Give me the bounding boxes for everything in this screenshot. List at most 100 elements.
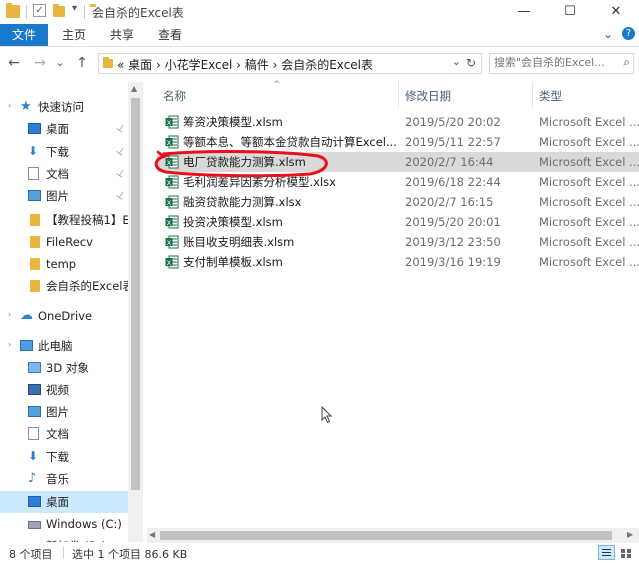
document-icon bbox=[28, 167, 39, 180]
scroll-up-arrow-icon[interactable]: ▲ bbox=[131, 84, 137, 93]
qat-dropdown-icon[interactable]: ▾ bbox=[72, 3, 77, 14]
address-bar[interactable]: « 桌面 › 小花学Excel › 稿件 › 会自杀的Excel表 ⌄ ↻ bbox=[98, 53, 482, 74]
svg-text:X: X bbox=[167, 259, 172, 267]
table-row[interactable]: X 筹资决策模型.xlsm 2019/5/20 20:02 Microsoft Exc… bbox=[157, 112, 639, 132]
tab-home[interactable]: 主页 bbox=[56, 24, 92, 46]
this-pc-expand-icon[interactable]: › bbox=[8, 340, 11, 349]
sidebar-item-20[interactable]: 新加卷 (D:) bbox=[0, 535, 128, 542]
search-box[interactable]: ⌕ bbox=[489, 53, 634, 74]
address-path[interactable]: « 桌面 › 小花学Excel › 稿件 › 会自杀的Excel表 bbox=[117, 56, 373, 73]
sidebar-item-label: 图片 bbox=[46, 189, 69, 203]
selection-info: 选中 1 个项目 86.6 KB bbox=[72, 548, 188, 561]
sidebar-item-label: temp bbox=[46, 257, 77, 271]
large-icons-view-button[interactable] bbox=[617, 545, 634, 560]
sidebar-item-10[interactable]: ☁ OneDrive bbox=[0, 305, 128, 327]
desktop-icon bbox=[28, 496, 41, 507]
search-input[interactable] bbox=[494, 56, 612, 69]
sidebar-item-label: 文档 bbox=[46, 167, 69, 181]
onedrive-expand-icon[interactable]: › bbox=[8, 310, 11, 319]
sidebar-item-6[interactable]: 【教程投稿1】E bbox=[0, 209, 128, 231]
folder-icon bbox=[30, 236, 40, 248]
sidebar-item-5[interactable]: 图片 ⊥ bbox=[0, 185, 128, 207]
excel-file-icon: X bbox=[165, 135, 179, 149]
file-type: Microsoft Excel ... bbox=[539, 195, 639, 209]
sidebar-item-label: 新加卷 (D:) bbox=[46, 535, 106, 542]
svg-text:X: X bbox=[167, 119, 172, 127]
forward-button[interactable]: → bbox=[30, 53, 50, 73]
scroll-right-arrow-icon[interactable]: ▶ bbox=[627, 530, 633, 539]
address-dropdown-icon[interactable]: ⌄ bbox=[452, 55, 461, 68]
mouse-cursor-icon bbox=[321, 406, 333, 424]
sidebar-item-2[interactable]: 桌面 ⊥ bbox=[0, 118, 128, 140]
nav-scrollbar-thumb[interactable] bbox=[131, 98, 140, 490]
table-row[interactable]: X 账目收支明细表.xlsm 2019/3/12 23:50 Microsoft Ex… bbox=[157, 232, 639, 252]
sidebar-item-11[interactable]: 此电脑 bbox=[0, 335, 128, 357]
svg-text:X: X bbox=[167, 219, 172, 227]
sidebar-item-18[interactable]: 桌面 bbox=[0, 491, 128, 513]
sidebar-item-3[interactable]: ⬇ 下载 ⊥ bbox=[0, 141, 128, 163]
horizontal-scrollbar-thumb[interactable] bbox=[160, 531, 612, 540]
file-name: 投资决策模型.xlsm bbox=[183, 215, 283, 229]
folder-icon bbox=[30, 214, 40, 226]
table-row[interactable]: X 支付制单模板.xlsm 2019/3/16 19:19 Microsoft Exc… bbox=[157, 252, 639, 272]
up-button[interactable]: ↑ bbox=[72, 53, 92, 73]
file-type: Microsoft Excel ... bbox=[539, 255, 639, 269]
sidebar-item-12[interactable]: 3D 对象 bbox=[0, 357, 128, 379]
column-header-date[interactable]: 修改日期 bbox=[405, 86, 451, 106]
window-title: 会自杀的Excel表 bbox=[92, 6, 184, 20]
sidebar-item-14[interactable]: 图片 bbox=[0, 401, 128, 423]
file-name: 融资贷款能力测算.xlsx bbox=[183, 195, 302, 209]
sidebar-item-13[interactable]: 视频 bbox=[0, 379, 128, 401]
file-date: 2019/5/11 22:57 bbox=[405, 135, 501, 149]
file-date: 2019/3/16 19:19 bbox=[405, 255, 501, 269]
file-date: 2019/6/18 22:44 bbox=[405, 175, 501, 189]
tab-file[interactable]: 文件 bbox=[0, 24, 48, 46]
sidebar-item-9[interactable]: 会自杀的Excel表 bbox=[0, 275, 128, 297]
sidebar-item-17[interactable]: ♪ 音乐 bbox=[0, 468, 128, 490]
sidebar-item-19[interactable]: Windows (C:) bbox=[0, 513, 128, 535]
sidebar-item-label: 音乐 bbox=[46, 472, 69, 486]
properties-icon[interactable]: ✓ bbox=[33, 4, 46, 17]
download-icon: ⬇ bbox=[28, 449, 39, 463]
sidebar-item-4[interactable]: 文档 ⊥ bbox=[0, 163, 128, 185]
document-icon bbox=[28, 427, 39, 440]
column-header-name[interactable]: 名称 bbox=[163, 86, 186, 106]
excel-file-icon: X bbox=[165, 195, 179, 209]
scroll-left-arrow-icon[interactable]: ◀ bbox=[149, 530, 155, 539]
picture-icon bbox=[28, 190, 41, 201]
sidebar-item-16[interactable]: ⬇ 下载 bbox=[0, 446, 128, 468]
refresh-button[interactable]: ↻ bbox=[463, 55, 479, 72]
details-view-button[interactable] bbox=[598, 545, 615, 560]
navigation-pane[interactable]: ★ 快速访问 桌面 ⊥ ⬇ 下载 ⊥ 文档 ⊥ 图片 ⊥ 【教程投稿1】E FileRecv temp 会自… bbox=[0, 82, 145, 542]
ribbon-collapse-icon[interactable]: ⌄ bbox=[603, 27, 613, 41]
sidebar-item-8[interactable]: temp bbox=[0, 253, 128, 275]
tab-view[interactable]: 查看 bbox=[152, 24, 188, 46]
quick-access-expand-icon[interactable]: › bbox=[8, 101, 11, 110]
maximize-button[interactable]: ☐ bbox=[547, 0, 593, 24]
table-row[interactable]: X 融资贷款能力测算.xlsx 2020/2/7 16:15 Microsoft Ex… bbox=[157, 192, 639, 212]
sidebar-item-15[interactable]: 文档 bbox=[0, 423, 128, 445]
close-button[interactable]: ✕ bbox=[593, 0, 639, 24]
file-date: 2019/3/12 23:50 bbox=[405, 235, 501, 249]
minimize-button[interactable]: — bbox=[501, 0, 547, 24]
title-divider bbox=[26, 5, 27, 19]
pin-icon: ⊥ bbox=[113, 166, 128, 181]
sidebar-item-1[interactable]: ★ 快速访问 bbox=[0, 96, 128, 118]
recent-locations-button[interactable]: ⌄ bbox=[50, 53, 70, 73]
file-name: 支付制单模板.xlsm bbox=[183, 255, 283, 269]
table-row[interactable]: X 投资决策模型.xlsm 2019/5/20 20:01 Microsoft Exc… bbox=[157, 212, 639, 232]
back-button[interactable]: ← bbox=[4, 53, 24, 73]
file-type: Microsoft Excel ... bbox=[539, 155, 639, 169]
help-icon[interactable]: ? bbox=[622, 27, 635, 40]
search-icon[interactable]: ⌕ bbox=[623, 55, 630, 70]
tab-share[interactable]: 共享 bbox=[104, 24, 140, 46]
pin-icon: ⊥ bbox=[113, 121, 128, 136]
sidebar-item-7[interactable]: FileRecv bbox=[0, 231, 128, 253]
file-type: Microsoft Excel ... bbox=[539, 175, 639, 189]
sidebar-item-label: 此电脑 bbox=[38, 339, 73, 353]
sidebar-item-label: 【教程投稿1】E bbox=[46, 213, 128, 227]
folder-icon bbox=[30, 280, 40, 292]
column-header-type[interactable]: 类型 bbox=[539, 86, 562, 106]
file-type: Microsoft Excel ... bbox=[539, 215, 639, 229]
new-folder-icon[interactable] bbox=[53, 4, 65, 17]
